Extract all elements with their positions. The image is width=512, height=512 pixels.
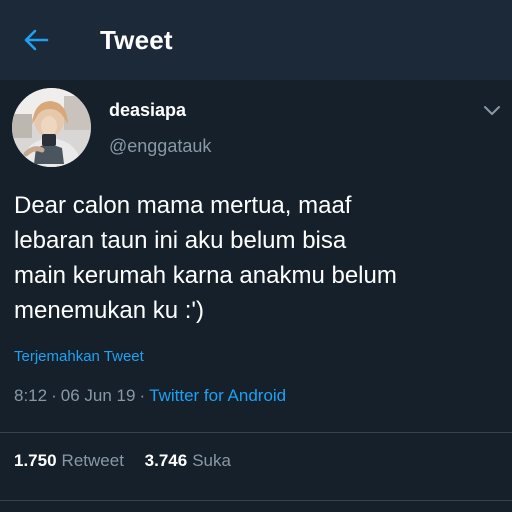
page-title: Tweet xyxy=(100,25,173,55)
retweet-count-link[interactable]: 1.750 Retweet xyxy=(14,451,124,471)
chevron-down-icon xyxy=(484,106,500,115)
more-options-button[interactable] xyxy=(480,100,504,120)
like-label: Suka xyxy=(192,451,231,470)
divider xyxy=(0,500,512,501)
like-count: 3.746 xyxy=(144,451,188,470)
like-count-link[interactable]: 3.746 Suka xyxy=(145,451,231,471)
tweet-text-line: main kerumah karna anakmu belum xyxy=(14,262,397,289)
tweet-text-line: Dear calon mama mertua, maaf xyxy=(14,192,352,219)
meta-separator: · xyxy=(139,386,146,405)
top-bar: Tweet xyxy=(0,0,512,80)
tweet-time: 8:12 xyxy=(14,386,48,405)
tweet-date: 06 Jun 19 xyxy=(60,386,136,405)
divider xyxy=(0,432,512,433)
tweet-source-link[interactable]: Twitter for Android xyxy=(149,386,286,405)
user-handle[interactable]: @enggatauk xyxy=(109,136,211,157)
tweet-metadata: 8:12 · 06 Jun 19 · Twitter for Android xyxy=(14,386,286,406)
tweet-stats: 1.750 Retweet 3.746 Suka xyxy=(14,451,247,471)
avatar-image xyxy=(12,88,91,167)
tweet-text-line: lebaran taun ini aku belum bisa xyxy=(14,227,347,254)
display-name[interactable]: deasiapa xyxy=(109,100,186,121)
retweet-count: 1.750 xyxy=(14,451,57,470)
arrow-left-icon xyxy=(24,29,49,51)
back-button[interactable] xyxy=(20,24,52,56)
retweet-label: Retweet xyxy=(61,451,124,470)
translate-tweet-link[interactable]: Terjemahkan Tweet xyxy=(14,348,144,365)
avatar[interactable] xyxy=(12,88,91,167)
tweet-detail: deasiapa @enggatauk Dear calon mama mert… xyxy=(0,80,512,512)
meta-separator: · xyxy=(51,386,57,405)
tweet-text-line: menemukan ku :') xyxy=(14,297,204,324)
tweet-text: Dear calon mama mertua, maaf lebaran tau… xyxy=(14,188,502,328)
